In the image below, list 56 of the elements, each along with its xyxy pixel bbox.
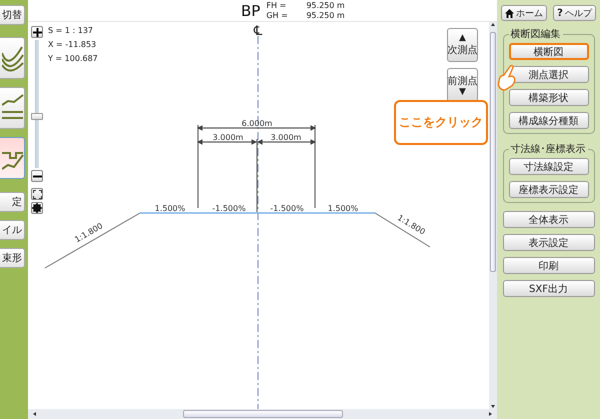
settings-button[interactable] [31,202,43,214]
panel-button[interactable]: 測点選択 [508,66,588,83]
panel-button[interactable]: 座標表示設定 [508,181,588,198]
home-button[interactable]: ホーム [501,5,548,21]
zoom-slider[interactable] [31,40,43,168]
toolbar-icon-button[interactable] [0,87,25,129]
reading-label: GH = [266,10,289,20]
reading-value: 95.250 m [306,0,345,10]
toolbar-icon-button[interactable] [0,37,25,79]
zoom-out-button[interactable] [31,170,43,182]
panel-button[interactable]: 印刷 [502,257,594,274]
toolbar-button[interactable]: 束形 [0,248,25,268]
coordinate-readout: X = -11.853 [48,40,98,49]
panel-button[interactable]: 構成線分種類 [508,112,588,129]
panel-button[interactable]: 表示設定 [502,234,594,251]
panel-button[interactable]: 全体表示 [502,211,594,228]
toolbar-icon-button[interactable] [0,137,25,179]
settings-icon [32,203,42,213]
slope-label: -1.500% [212,204,246,213]
toolbar-button[interactable]: 切替 [0,5,25,25]
group-title: 横断図編集 [510,28,562,41]
reading-label: FH = [266,0,288,10]
home-icon [505,8,514,18]
next-station-button[interactable]: ▲ 次測点 [447,28,478,62]
station-label: BP [241,2,260,20]
panel-button[interactable]: 寸法線設定 [508,158,588,175]
dimension-label: 3.000m [212,133,244,142]
plus-icon [32,28,42,36]
dimension-label: 3.000m [270,133,302,142]
fit-view-button[interactable] [31,188,43,200]
slider-thumb[interactable] [31,112,43,120]
slope-label: 1.500% [328,204,358,213]
previous-station-button[interactable]: 前測点 ▼ [447,68,478,102]
dimension-label: 6.000m [242,119,272,128]
expand-icon [32,190,42,198]
panel-button[interactable]: 横断図 [508,43,588,60]
slope-line [374,212,430,248]
horizontal-scrollbar[interactable] [28,409,497,419]
zoom-in-button[interactable] [31,26,43,38]
centerline-mark: ℄ [254,24,262,39]
slope-label: 1.500% [154,204,186,213]
slope-label: -1.500% [270,204,304,213]
panel-button[interactable]: SXF出力 [502,280,594,297]
callout: ここをクリック [394,100,488,145]
coordinate-readout: Y = 100.687 [48,54,98,63]
scroll-right-icon[interactable] [487,410,493,418]
vertical-scrollbar[interactable] [489,22,497,409]
coordinate-readout: S = 1 : 137 [48,26,94,35]
scroll-up-icon[interactable] [489,22,497,28]
toolbar-button[interactable]: イル [0,220,25,240]
reading-value: 95.250 m [306,10,345,20]
scroll-left-icon[interactable] [32,410,38,418]
panel-button[interactable]: 構築形状 [508,89,588,106]
group-title: 寸法線･座標表示 [510,142,586,156]
help-button[interactable]: ? ヘルプ [553,5,596,21]
toolbar-button[interactable]: 定 [0,192,25,212]
